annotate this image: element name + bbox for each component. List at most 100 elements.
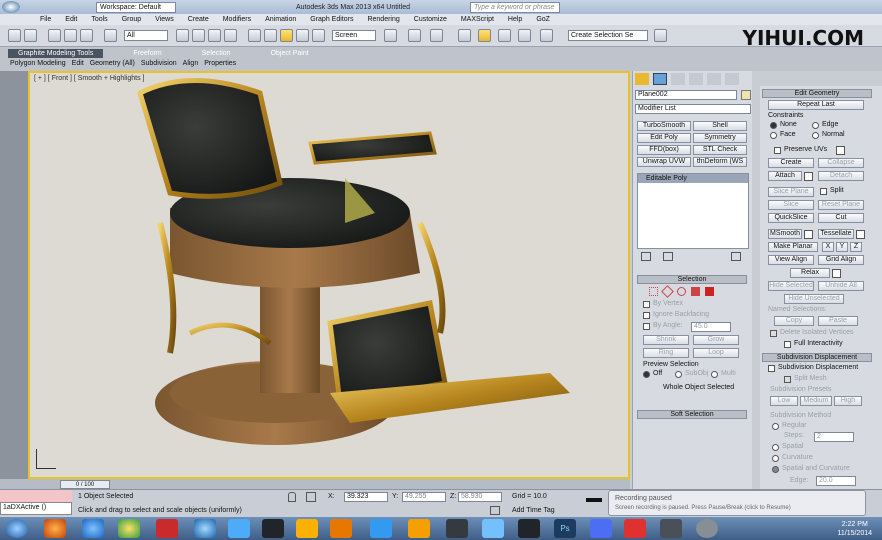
collapse-button[interactable]: Collapse: [818, 158, 864, 168]
select-by-name-icon[interactable]: [192, 29, 205, 42]
app-logo-icon[interactable]: [2, 1, 20, 13]
modify-tab-icon[interactable]: [653, 73, 667, 85]
select-manipulate-icon[interactable]: [312, 29, 325, 42]
loop-button[interactable]: Loop: [693, 348, 739, 358]
menu-views[interactable]: Views: [155, 16, 174, 23]
recorder-icon[interactable]: [446, 519, 468, 538]
keyboard-shortcut-icon[interactable]: [430, 29, 443, 42]
rotate-icon[interactable]: [264, 29, 277, 42]
selection-filter-icon[interactable]: [104, 29, 117, 42]
lock-selection-icon[interactable]: [288, 492, 296, 502]
msmooth-settings-icon[interactable]: [804, 230, 813, 239]
object-color-swatch[interactable]: [741, 90, 751, 100]
hierarchy-tab-icon[interactable]: [671, 73, 685, 85]
system-clock[interactable]: 2:22 PM 11/15/2014: [837, 520, 872, 538]
view-align-button[interactable]: View Align: [768, 255, 814, 265]
absolute-mode-icon[interactable]: [306, 492, 316, 502]
method-curvature-radio[interactable]: [772, 455, 779, 462]
utilities-tab-icon[interactable]: [725, 73, 739, 85]
firefox-icon[interactable]: [44, 519, 66, 538]
subdivision-displacement-checkbox[interactable]: [768, 365, 775, 372]
time-tag-icon[interactable]: [490, 506, 500, 515]
soft-selection-rollout[interactable]: Soft Selection: [637, 410, 747, 419]
steps-field[interactable]: 2: [814, 432, 854, 442]
y-coord-field[interactable]: 49.255: [402, 492, 446, 502]
move-icon[interactable]: [248, 29, 261, 42]
menu-goz[interactable]: GoZ: [536, 16, 550, 23]
menu-help[interactable]: Help: [508, 16, 522, 23]
repeat-last-button[interactable]: Repeat Last: [768, 100, 864, 110]
menu-animation[interactable]: Animation: [265, 16, 296, 23]
cut-button[interactable]: Cut: [818, 213, 864, 223]
unwrap-uvw-button[interactable]: Unwrap UVW: [637, 157, 691, 167]
modifier-stack[interactable]: Editable Poly: [637, 173, 749, 249]
attach-settings-icon[interactable]: [804, 172, 813, 181]
mirror-icon[interactable]: [654, 29, 667, 42]
selection-filter-dropdown[interactable]: All: [124, 30, 168, 41]
menu-maxscript[interactable]: MAXScript: [461, 16, 494, 23]
chrome-icon[interactable]: [118, 519, 140, 538]
ffd-deform-button[interactable]: tfnDeform (WS: [693, 157, 747, 167]
method-spatial-radio[interactable]: [772, 444, 779, 451]
method-spatial-curvature-radio[interactable]: [772, 466, 779, 473]
by-vertex-checkbox[interactable]: [643, 301, 650, 308]
menu-customize[interactable]: Customize: [414, 16, 447, 23]
start-button-icon[interactable]: [6, 519, 28, 538]
stack-item-editable-poly[interactable]: Editable Poly: [638, 174, 748, 183]
unlink-icon[interactable]: [64, 29, 77, 42]
selection-rollout[interactable]: Selection: [637, 275, 747, 284]
angle-snap-icon[interactable]: [478, 29, 491, 42]
photoshop-icon[interactable]: Ps: [554, 519, 576, 538]
front-viewport[interactable]: [ + ] [ Front ] [ Smooth + Highlights ]: [28, 71, 630, 479]
create-tab-icon[interactable]: [635, 73, 649, 85]
ribbon-polygon-modeling[interactable]: Polygon Modeling: [10, 60, 66, 67]
z-coord-field[interactable]: 58.930: [458, 492, 502, 502]
split-mesh-checkbox[interactable]: [784, 376, 791, 383]
grid-align-button[interactable]: Grid Align: [818, 255, 864, 265]
full-interactivity-checkbox[interactable]: [784, 341, 791, 348]
tessellate-settings-icon[interactable]: [856, 230, 865, 239]
spinner-snap-icon[interactable]: [518, 29, 531, 42]
maxscript-pink-bar[interactable]: [0, 490, 72, 502]
tab-selection[interactable]: Selection: [192, 49, 241, 58]
make-planar-button[interactable]: Make Planar: [768, 242, 818, 252]
undo-icon[interactable]: [8, 29, 21, 42]
select-and-manipulate-icon[interactable]: [408, 29, 421, 42]
msmooth-button[interactable]: MSmooth: [768, 229, 802, 239]
folder-icon[interactable]: [408, 519, 430, 538]
menu-modifiers[interactable]: Modifiers: [223, 16, 251, 23]
edge-field[interactable]: 20.0: [816, 476, 856, 486]
relax-settings-icon[interactable]: [832, 269, 841, 278]
preview-multi-radio[interactable]: [711, 371, 718, 378]
preset-high-button[interactable]: High: [834, 396, 862, 406]
file-explorer-icon[interactable]: [296, 519, 318, 538]
unhide-all-button[interactable]: Unhide All: [818, 281, 864, 291]
redo-icon[interactable]: [24, 29, 37, 42]
stl-check-button[interactable]: STL Check: [693, 145, 747, 155]
split-checkbox[interactable]: [820, 188, 827, 195]
preview-off-radio[interactable]: [643, 371, 650, 378]
bind-space-warp-icon[interactable]: [80, 29, 93, 42]
paste-button[interactable]: Paste: [818, 316, 858, 326]
search-input[interactable]: Type a keyword or phrase: [470, 1, 561, 13]
constraint-none-radio[interactable]: [770, 122, 777, 129]
ie-icon[interactable]: [82, 519, 104, 538]
tab-object-paint[interactable]: Object Paint: [261, 49, 319, 58]
window-crossing-icon[interactable]: [224, 29, 237, 42]
dropbox-icon[interactable]: [370, 519, 392, 538]
configure-sets-icon[interactable]: [731, 252, 741, 261]
delete-isolated-checkbox[interactable]: [770, 330, 777, 337]
app-icon[interactable]: [330, 519, 352, 538]
menu-create[interactable]: Create: [188, 16, 209, 23]
ignore-backfacing-checkbox[interactable]: [643, 312, 650, 319]
element-mode-icon[interactable]: [705, 287, 714, 296]
edit-geometry-rollout[interactable]: Edit Geometry: [762, 89, 872, 98]
edit-poly-button[interactable]: Edit Poly: [637, 133, 691, 143]
object-name-field[interactable]: Plane002: [635, 90, 737, 100]
create-button[interactable]: Create: [768, 158, 814, 168]
planar-y-button[interactable]: Y: [836, 242, 848, 252]
select-object-icon[interactable]: [176, 29, 189, 42]
shrink-button[interactable]: Shrink: [643, 335, 689, 345]
constraint-edge-radio[interactable]: [812, 122, 819, 129]
filezilla-icon[interactable]: [156, 519, 178, 538]
